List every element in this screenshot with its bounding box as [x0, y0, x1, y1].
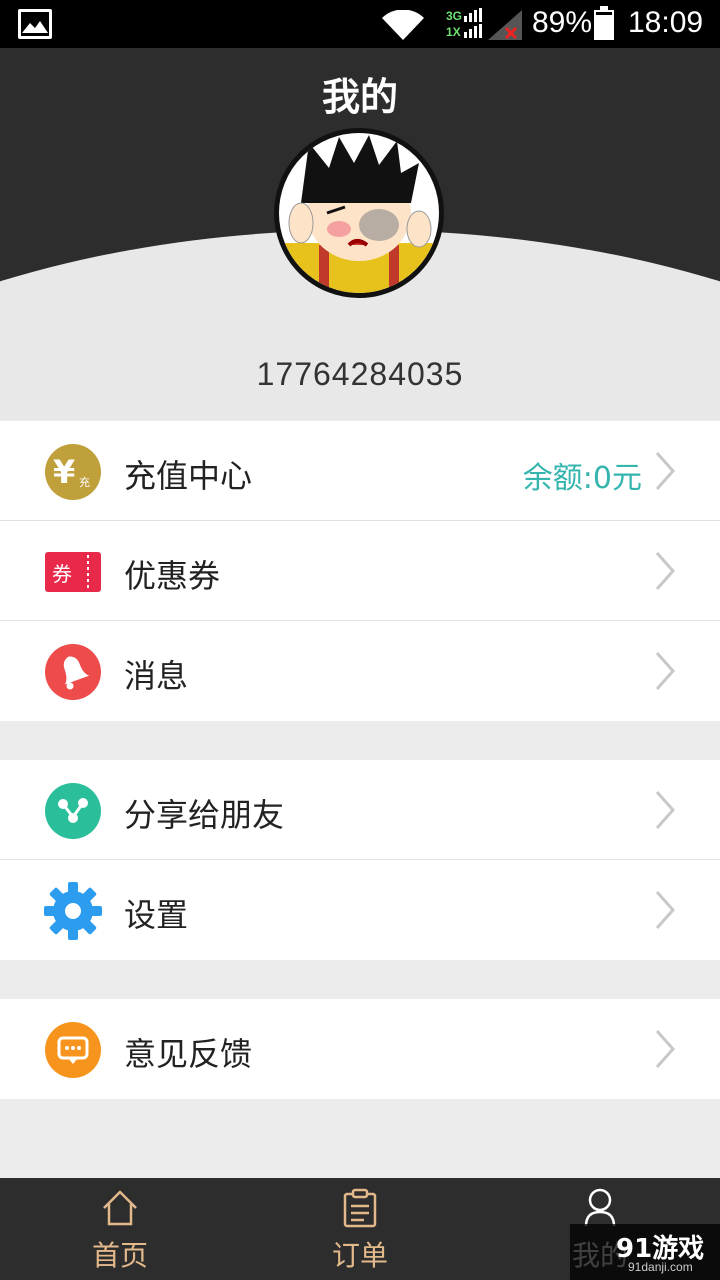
chevron-right-icon [655, 652, 676, 690]
menu-group-feedback: 意见反馈 [0, 999, 720, 1099]
home-icon [103, 1190, 137, 1226]
menu-label-message: 消息 [124, 657, 189, 695]
chevron-right-icon [655, 452, 676, 490]
user-phone: 17764284035 [256, 356, 464, 392]
tab-orders[interactable]: 订单 [240, 1178, 480, 1280]
user-icon [584, 1188, 616, 1227]
menu-label-share: 分享给朋友 [124, 796, 285, 834]
battery-percent: 89% [532, 6, 593, 39]
menu-item-feedback[interactable]: 意见反馈 [0, 999, 720, 1099]
menu-group-general: 分享给朋友 设置 [0, 760, 720, 960]
coupon-icon: 券 [45, 552, 101, 592]
yuan-coin-icon: ¥ 充 [45, 444, 101, 500]
gallery-icon [18, 9, 52, 39]
watermark: 91游戏 91danji.com [570, 1224, 720, 1280]
clipboard-icon [343, 1188, 377, 1228]
svg-text:1X: 1X [446, 25, 461, 39]
svg-text:¥: ¥ [53, 453, 75, 491]
menu-item-message[interactable]: 消息 [0, 621, 720, 721]
bell-icon [45, 644, 101, 700]
battery-icon [594, 6, 614, 40]
chevron-right-icon [655, 891, 676, 929]
svg-text:3G: 3G [446, 9, 462, 23]
status-bar: 3G 1X 89% 18:09 [0, 0, 720, 48]
clock: 18:09 [628, 6, 704, 39]
menu-label-recharge: 充值中心 [124, 457, 253, 495]
tab-label-home: 首页 [91, 1239, 148, 1272]
no-signal-icon [488, 10, 522, 40]
svg-text:券: 券 [52, 562, 72, 586]
menu-label-coupon: 优惠券 [124, 557, 221, 595]
chevron-right-icon [655, 1030, 676, 1068]
share-icon [45, 783, 101, 839]
menu-label-feedback: 意见反馈 [124, 1035, 253, 1073]
menu-item-settings[interactable]: 设置 [0, 860, 720, 960]
chevron-right-icon [655, 791, 676, 829]
avatar[interactable] [274, 128, 444, 298]
menu-item-coupon[interactable]: 券 优惠券 [0, 521, 720, 621]
menu-label-settings: 设置 [124, 896, 189, 934]
balance-text: 余额:0元 [522, 461, 642, 496]
chevron-right-icon [655, 552, 676, 590]
svg-text:充: 充 [79, 475, 90, 489]
gear-icon [44, 882, 102, 940]
menu-group-account: ¥ 充 充值中心 余额:0元 券 优惠券 消息 [0, 421, 720, 721]
tab-label-orders: 订单 [331, 1239, 388, 1272]
menu-item-recharge[interactable]: ¥ 充 充值中心 余额:0元 [0, 421, 720, 521]
menu-item-share[interactable]: 分享给朋友 [0, 760, 720, 860]
page-title: 我的 [321, 75, 398, 119]
mobile-signal-icon: 3G 1X [446, 8, 482, 39]
watermark-site: 91danji.com [628, 1260, 693, 1274]
tab-home[interactable]: 首页 [0, 1178, 240, 1280]
feedback-icon [45, 1022, 101, 1078]
wifi-icon [382, 10, 424, 40]
profile-header: 我的 17764284035 [0, 48, 720, 420]
